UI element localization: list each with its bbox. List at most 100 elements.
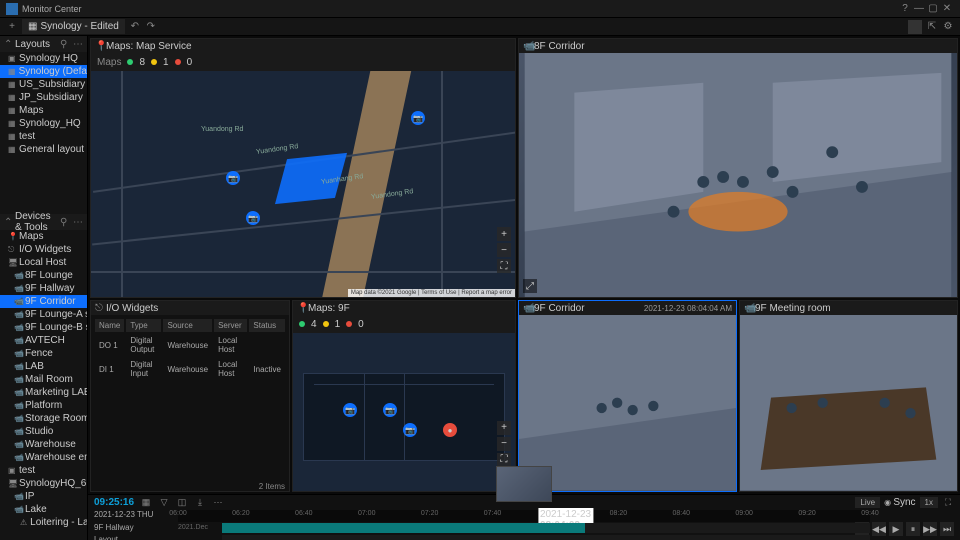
tree-item[interactable]: ▦Synology_HQ <box>0 117 87 130</box>
forward-button[interactable]: ▶▶ <box>923 522 937 536</box>
track[interactable] <box>222 523 870 533</box>
calendar-icon[interactable]: ▦ <box>140 496 152 508</box>
tree-item[interactable]: ▦Maps <box>0 104 87 117</box>
tree-item[interactable]: 📹8F Lounge <box>0 269 87 282</box>
play-button[interactable]: ▶ <box>889 522 903 536</box>
tree-item[interactable]: 📹9F Lounge-A side <box>0 308 87 321</box>
tree-item[interactable]: 📹9F Hallway <box>0 282 87 295</box>
map-attribution[interactable]: Map data ©2021 Google | Terms of Use | R… <box>348 289 515 297</box>
tree-item[interactable]: 🖥Local Host <box>0 256 87 269</box>
redo-icon[interactable]: ↷ <box>145 21 157 33</box>
more-icon[interactable]: ⋯ <box>212 496 224 508</box>
tree-item[interactable]: ▦test <box>0 130 87 143</box>
bookmark-icon[interactable]: ◫ <box>176 496 188 508</box>
video-feed[interactable] <box>519 315 736 491</box>
floor-camera-marker[interactable]: 📷 <box>383 403 397 417</box>
speed-button[interactable]: 1x <box>920 497 938 508</box>
tree-item[interactable]: ⚠Loitering - Lake <box>0 516 87 529</box>
tree-item[interactable]: ▦JP_Subsidiary <box>0 91 87 104</box>
search-icon[interactable]: ⚲ <box>60 39 70 50</box>
table-row[interactable]: DI 1Digital InputWarehouseLocal HostInac… <box>95 358 285 380</box>
search-icon[interactable]: ⚲ <box>60 217 70 228</box>
tree-item[interactable]: 🖥SynologyHQ_6 <box>0 477 87 490</box>
tree-item[interactable]: ▦General layout <box>0 143 87 156</box>
export-icon[interactable]: ⤓ <box>194 496 206 508</box>
layouts-panel-header[interactable]: ⌃ Layouts ⚲ ⋯ <box>0 36 87 52</box>
column-header[interactable]: Source <box>163 319 212 332</box>
close-icon[interactable]: ✕ <box>940 3 954 15</box>
fullscreen-icon[interactable]: ⛶ <box>942 496 954 508</box>
map-camera-marker[interactable]: 📷 <box>411 111 425 125</box>
camera-8f-corridor-tile[interactable]: 📹 8F Corridor <box>518 38 958 298</box>
map-camera-marker[interactable]: 📷 <box>226 171 240 185</box>
zoom-out-button[interactable]: − <box>497 437 511 451</box>
undo-icon[interactable]: ↶ <box>129 21 141 33</box>
devices-panel-header[interactable]: ⌃ Devices & Tools ⚲ ⋯ <box>0 214 87 230</box>
collapse-icon[interactable]: ⌃ <box>4 217 12 228</box>
floor-camera-marker-alert[interactable]: ● <box>443 423 457 437</box>
next-button[interactable]: ⏭ <box>940 522 954 536</box>
tree-item[interactable]: 📹IP <box>0 490 87 503</box>
app-menu-icon[interactable] <box>908 20 922 34</box>
tree-item[interactable]: ▦Synology (Default) <box>0 65 87 78</box>
tree-item[interactable]: 📹9F Corridor <box>0 295 87 308</box>
floor-map[interactable]: 📷 📷 📷 ● + − ⛶ <box>293 333 515 491</box>
floor-camera-marker[interactable]: 📷 <box>403 423 417 437</box>
pause-button[interactable]: ⏸ <box>906 522 920 536</box>
column-header[interactable]: Server <box>214 319 247 332</box>
column-header[interactable]: Status <box>249 319 285 332</box>
column-header[interactable]: Type <box>126 319 161 332</box>
tree-item[interactable]: ⎋I/O Widgets <box>0 243 87 256</box>
expand-icon[interactable]: ⤢ <box>523 279 537 293</box>
tree-item[interactable]: 📹Platform <box>0 399 87 412</box>
floor-camera-marker[interactable]: 📷 <box>343 403 357 417</box>
tree-item[interactable]: 📹Warehouse entran... <box>0 451 87 464</box>
add-tab-icon[interactable]: + <box>6 21 18 33</box>
minimize-icon[interactable]: — <box>912 3 926 15</box>
column-header[interactable]: Name <box>95 319 124 332</box>
zoom-in-button[interactable]: + <box>497 421 511 435</box>
map-service-tile[interactable]: 📍 Maps: Map Service Maps 8 1 0 <box>90 38 516 298</box>
fullscreen-button[interactable]: ⛶ <box>497 453 511 467</box>
table-row[interactable]: DO 1Digital OutputWarehouseLocal Host <box>95 334 285 356</box>
rewind-button[interactable]: ◀◀ <box>872 522 886 536</box>
tree-item[interactable]: 📹Fence <box>0 347 87 360</box>
tree-item[interactable]: 📍Maps <box>0 230 87 243</box>
tree-item[interactable]: 📹Mail Room <box>0 373 87 386</box>
collapse-icon[interactable]: ⌃ <box>4 39 12 50</box>
camera-9f-meeting-tile[interactable]: 📹 9F Meeting room <box>739 300 958 492</box>
tree-item[interactable]: 📹Lake <box>0 503 87 516</box>
maximize-icon[interactable]: ▢ <box>926 3 940 15</box>
video-feed[interactable] <box>519 53 957 297</box>
tree-item[interactable]: 📹AVTECH <box>0 334 87 347</box>
video-feed[interactable] <box>740 315 957 491</box>
timeline-axis[interactable]: 06:0006:2006:4007:0007:2007:4008:0008:20… <box>178 510 870 522</box>
more-icon[interactable]: ⋯ <box>73 39 83 50</box>
camera-9f-corridor-tile[interactable]: 📹 9F Corridor 2021-12-23 08:04:04 AM <box>518 300 737 492</box>
tree-item[interactable]: 📹Studio <box>0 425 87 438</box>
fullscreen-button[interactable]: ⛶ <box>497 259 511 273</box>
live-button[interactable]: Live <box>855 497 880 508</box>
tree-item[interactable]: ▣Synology HQ <box>0 52 87 65</box>
more-icon[interactable]: ⋯ <box>73 217 83 228</box>
tree-item[interactable]: 📹LAB <box>0 360 87 373</box>
settings-icon[interactable]: ⚙ <box>942 21 954 33</box>
io-widgets-tile[interactable]: ⎋ I/O Widgets NameTypeSourceServerStatus… <box>90 300 290 492</box>
map-canvas[interactable]: 📷 📷 📷 Yuandong Rd Yuandong Rd Yuanhang R… <box>91 71 515 297</box>
zoom-in-button[interactable]: + <box>497 227 511 241</box>
track[interactable] <box>222 535 870 540</box>
tree-item[interactable]: ▦US_Subsidiary <box>0 78 87 91</box>
help-icon[interactable]: ? <box>898 3 912 15</box>
timeline-row[interactable]: Layout <box>88 534 960 540</box>
tree-item[interactable]: ▣test <box>0 464 87 477</box>
tree-item[interactable]: 📹Marketing LAB <box>0 386 87 399</box>
tree-item[interactable]: 📹9F Lounge-B side <box>0 321 87 334</box>
tree-item[interactable]: 📹Storage Room <box>0 412 87 425</box>
zoom-out-button[interactable]: − <box>497 243 511 257</box>
tree-item[interactable]: 📹Warehouse <box>0 438 87 451</box>
link-icon[interactable]: ⇱ <box>926 21 938 33</box>
map-camera-marker[interactable]: 📷 <box>246 211 260 225</box>
layout-tab[interactable]: ▦ Synology - Edited <box>22 19 125 34</box>
timeline-row[interactable]: 9F Hallway2021.Dec <box>88 522 960 534</box>
map-9f-tile[interactable]: 📍 Maps: 9F 4 1 0 <box>292 300 516 492</box>
